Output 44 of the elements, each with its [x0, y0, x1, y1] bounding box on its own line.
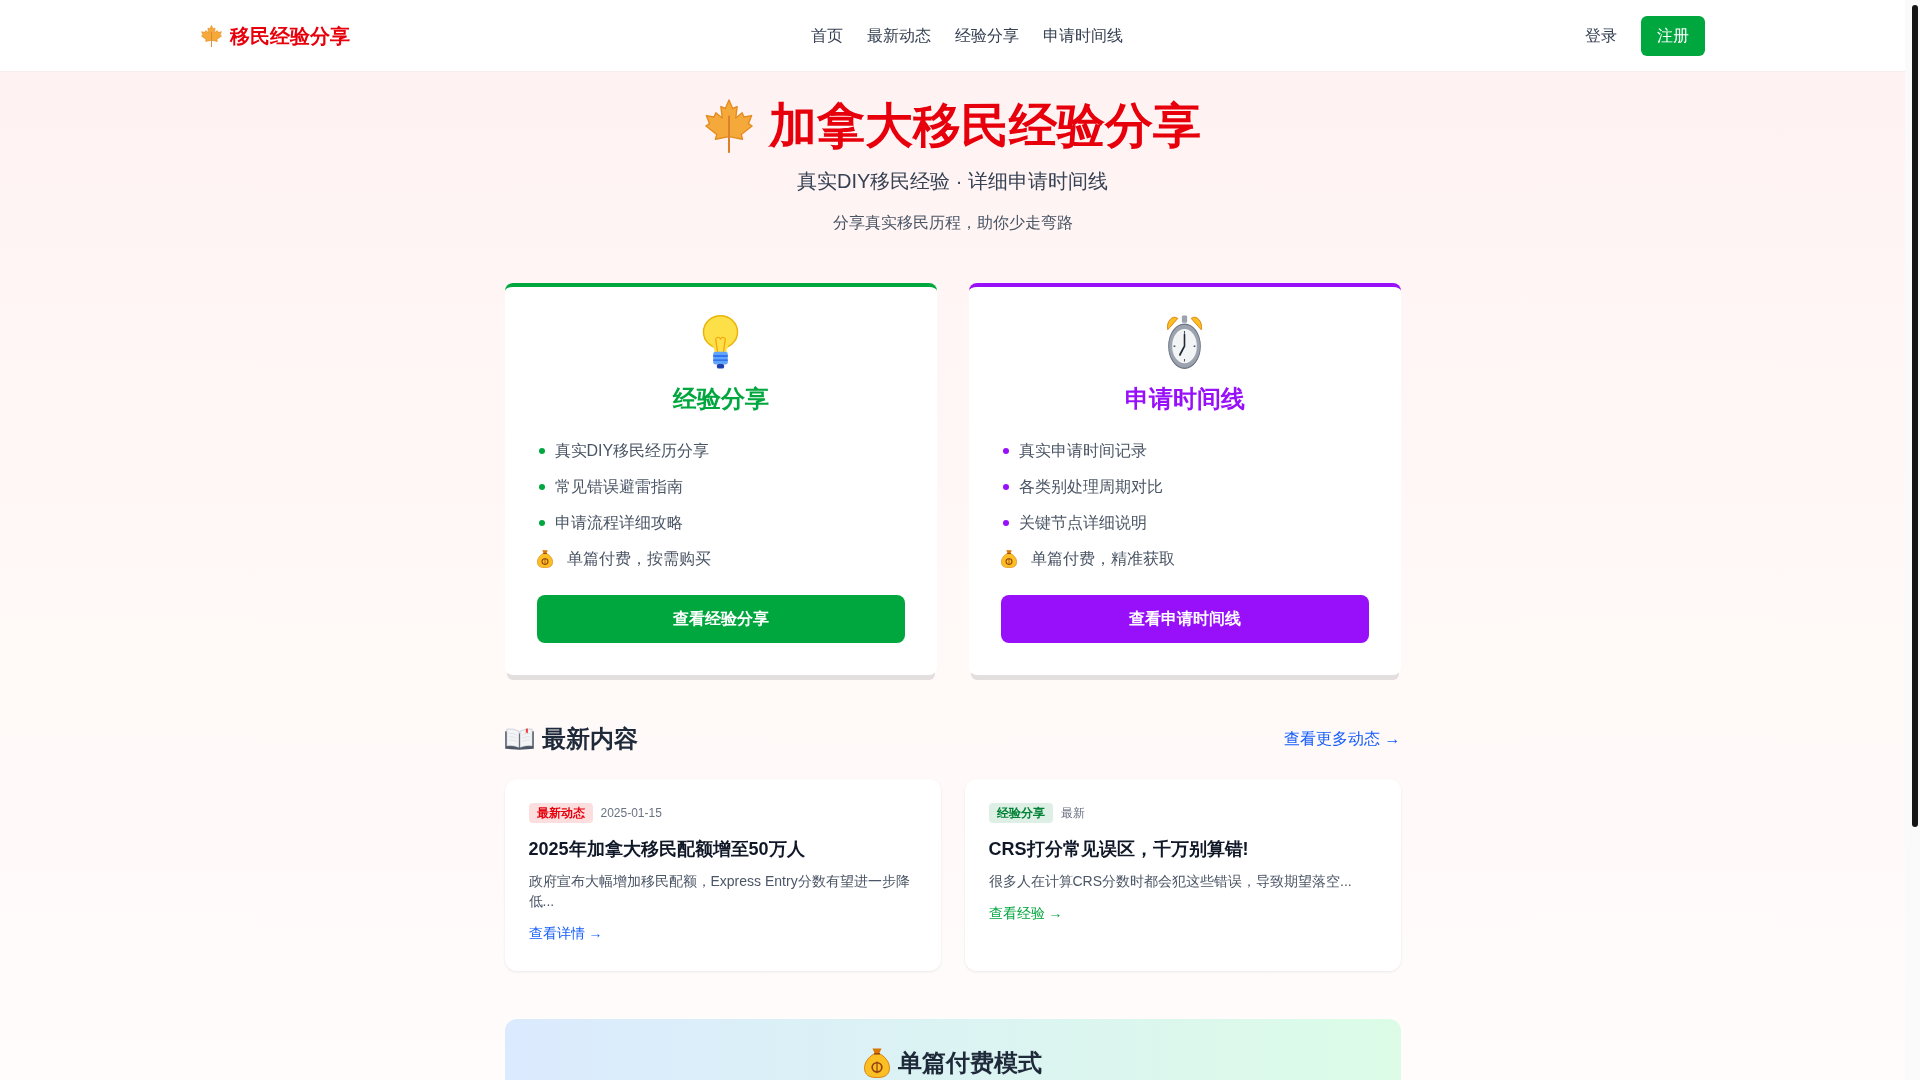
money-bag-icon: [536, 550, 553, 568]
alarm-clock-icon: [1166, 315, 1203, 369]
view-more-link[interactable]: 查看更多动态 →: [1284, 727, 1401, 751]
pricing-note: 单篇付费，按需购买: [566, 549, 711, 569]
category-tag: 最新动态: [528, 803, 593, 823]
nav-link[interactable]: 最新动态: [867, 23, 931, 48]
post-title: CRS打分常见误区，千万别算错!: [988, 838, 1250, 861]
nav-link[interactable]: 首页: [811, 23, 843, 48]
scrollbar-thumb[interactable]: [1912, 5, 1918, 827]
category-tag: 经验分享: [988, 803, 1053, 823]
nav-link[interactable]: 申请时间线: [1043, 23, 1123, 48]
register-button[interactable]: 注册: [1640, 15, 1705, 56]
post-excerpt: 政府宣布大幅增加移民配额，Express Entry分数有望进一步降低...: [528, 872, 911, 911]
card-title: 经验分享: [671, 384, 770, 414]
post-meta: 2025-01-15: [600, 805, 662, 821]
light-bulb-icon: [702, 315, 739, 369]
card-action-button[interactable]: 查看经验分享: [536, 595, 905, 643]
maple-leaf-icon: [704, 99, 753, 153]
site-logo-link[interactable]: 移民经验分享: [200, 21, 350, 50]
open-book-icon: [504, 728, 534, 750]
post-title: 2025年加拿大移民配额增至50万人: [528, 838, 806, 861]
hero-title: 加拿大移民经验分享: [768, 102, 1201, 150]
feature-text: 各类别处理周期对比: [1018, 477, 1163, 497]
section-title: 最新内容: [541, 724, 638, 754]
feature-text: 真实DIY移民经历分享: [554, 441, 710, 461]
hero-tagline: 分享真实移民历程，助你少走弯路: [832, 213, 1073, 233]
read-more-link[interactable]: 查看经验 →: [988, 903, 1063, 923]
card-action-button[interactable]: 查看申请时间线: [1000, 595, 1369, 643]
pricing-title: 单篇付费模式: [897, 1048, 1042, 1078]
pricing-note: 单篇付费，精准获取: [1030, 549, 1175, 569]
nav-link[interactable]: 经验分享: [955, 23, 1019, 48]
card-title: 申请时间线: [1123, 384, 1246, 414]
post-excerpt: 很多人在计算CRS分数时都会犯这些错误，导致期望落空...: [988, 872, 1353, 891]
read-more-link[interactable]: 查看详情 →: [528, 923, 603, 943]
hero-subtitle: 真实DIY移民经验 · 详细申请时间线: [796, 169, 1109, 194]
feature-text: 关键节点详细说明: [1018, 513, 1147, 533]
feature-text: 真实申请时间记录: [1018, 441, 1147, 461]
money-bag-icon: [1000, 550, 1017, 568]
post-meta: 最新: [1060, 805, 1085, 821]
feature-text: 申请流程详细攻略: [554, 513, 683, 533]
money-bag-icon: [863, 1048, 890, 1078]
feature-text: 常见错误避雷指南: [554, 477, 683, 497]
maple-leaf-icon: [200, 24, 222, 47]
login-link[interactable]: 登录: [1584, 23, 1617, 48]
